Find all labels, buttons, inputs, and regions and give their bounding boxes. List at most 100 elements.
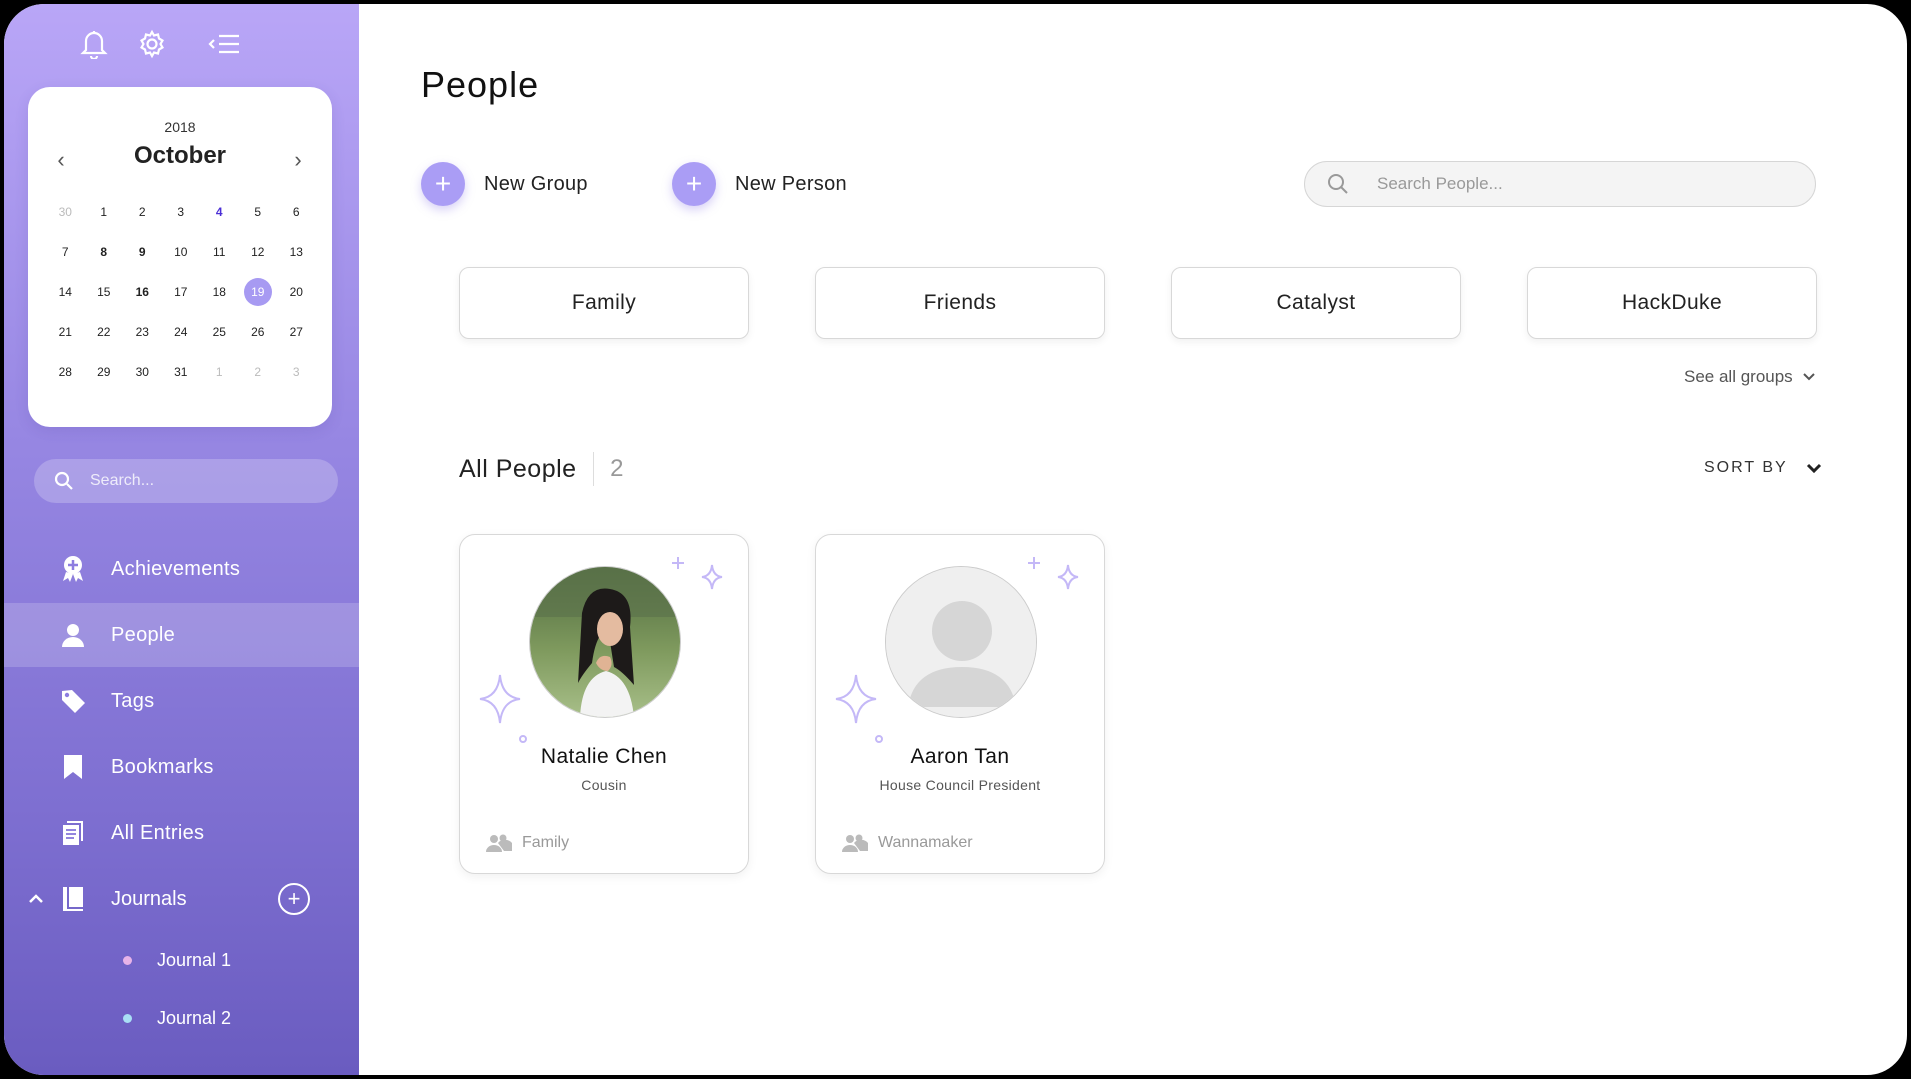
mini-calendar: 2018 ‹ October › 30 1 2 3 4 5 6 7 8 9 10 11 12 13 14 15… bbox=[28, 87, 332, 427]
calendar-day[interactable]: 30 bbox=[123, 358, 162, 386]
calendar-day[interactable]: 13 bbox=[277, 238, 316, 266]
calendar-day[interactable]: 3 bbox=[277, 358, 316, 386]
calendar-day[interactable]: 5 bbox=[239, 198, 278, 226]
calendar-day[interactable]: 24 bbox=[162, 318, 201, 346]
sidebar-nav: Achievements People Tags Bookmarks All E… bbox=[4, 537, 359, 1047]
person-card[interactable]: Aaron Tan House Council President Wannam… bbox=[815, 534, 1105, 874]
calendar-day[interactable]: 1 bbox=[200, 358, 239, 386]
calendar-day-label: 19 bbox=[243, 278, 272, 306]
calendar-day[interactable]: 22 bbox=[85, 318, 124, 346]
calendar-day[interactable]: 18 bbox=[200, 278, 239, 306]
calendar-day-selected[interactable]: 19 bbox=[239, 278, 278, 306]
sidebar-item-journals[interactable]: Journals + bbox=[4, 867, 359, 931]
person-role: Cousin bbox=[581, 777, 627, 793]
chevron-down-icon bbox=[1802, 373, 1815, 381]
sidebar-item-achievements[interactable]: Achievements bbox=[4, 537, 359, 601]
search-icon bbox=[1328, 174, 1348, 194]
see-all-groups-label: See all groups bbox=[1684, 367, 1793, 386]
sidebar-item-bookmarks[interactable]: Bookmarks bbox=[4, 735, 359, 799]
person-group-label: Wannamaker bbox=[878, 834, 973, 851]
tag-icon bbox=[59, 687, 87, 715]
calendar-week: 28 29 30 31 1 2 3 bbox=[46, 352, 316, 392]
new-person-button[interactable]: + New Person bbox=[672, 161, 847, 207]
people-search-input[interactable]: Search People... bbox=[1304, 161, 1816, 207]
calendar-grid: 30 1 2 3 4 5 6 7 8 9 10 11 12 13 14 15 16 17 18 19 20 21 22 23 2… bbox=[46, 192, 316, 392]
entries-icon bbox=[59, 819, 87, 847]
sidebar-item-label: Journals bbox=[111, 887, 187, 910]
calendar-day[interactable]: 10 bbox=[162, 238, 201, 266]
calendar-day[interactable]: 31 bbox=[162, 358, 201, 386]
calendar-day[interactable]: 28 bbox=[46, 358, 85, 386]
journal-label: Journal 1 bbox=[157, 949, 232, 970]
plus-icon: + bbox=[672, 162, 716, 206]
calendar-day[interactable]: 26 bbox=[239, 318, 278, 346]
calendar-day[interactable]: 2 bbox=[123, 198, 162, 226]
calendar-day[interactable]: 4 bbox=[200, 198, 239, 226]
chevron-up-icon[interactable] bbox=[26, 889, 46, 909]
all-people-title: All People bbox=[459, 454, 577, 483]
sidebar-search-input[interactable]: Search... bbox=[34, 459, 338, 503]
calendar-week: 30 1 2 3 4 5 6 bbox=[46, 192, 316, 232]
sidebar: 2018 ‹ October › 30 1 2 3 4 5 6 7 8 9 10 11 12 13 14 15… bbox=[4, 4, 359, 1075]
calendar-day[interactable]: 16 bbox=[123, 278, 162, 306]
group-icon bbox=[842, 834, 868, 852]
group-card-friends[interactable]: Friends bbox=[815, 267, 1105, 339]
sidebar-item-people[interactable]: People bbox=[4, 603, 359, 667]
sidebar-search-placeholder: Search... bbox=[90, 472, 155, 489]
calendar-next-button[interactable]: › bbox=[283, 145, 313, 175]
sidebar-item-label: People bbox=[111, 623, 176, 646]
calendar-day[interactable]: 6 bbox=[277, 198, 316, 226]
person-group: Family bbox=[486, 834, 569, 852]
gear-icon[interactable] bbox=[132, 24, 172, 64]
add-journal-button[interactable]: + bbox=[278, 883, 310, 915]
calendar-day[interactable]: 8 bbox=[85, 238, 124, 266]
calendar-day[interactable]: 15 bbox=[85, 278, 124, 306]
calendar-day[interactable]: 17 bbox=[162, 278, 201, 306]
journal-item[interactable]: Journal 2 bbox=[4, 989, 359, 1047]
avatar bbox=[529, 566, 681, 718]
calendar-day[interactable]: 14 bbox=[46, 278, 85, 306]
collapse-menu-icon[interactable] bbox=[204, 24, 244, 64]
calendar-day[interactable]: 29 bbox=[85, 358, 124, 386]
person-group-label: Family bbox=[522, 834, 570, 851]
new-group-button[interactable]: + New Group bbox=[421, 161, 588, 207]
calendar-day[interactable]: 9 bbox=[123, 238, 162, 266]
calendar-day[interactable]: 7 bbox=[46, 238, 85, 266]
group-card-hackduke[interactable]: HackDuke bbox=[1527, 267, 1817, 339]
person-group: Wannamaker bbox=[842, 834, 973, 852]
journal-label: Journal 2 bbox=[157, 1007, 232, 1028]
award-icon bbox=[59, 555, 87, 583]
calendar-day[interactable]: 21 bbox=[46, 318, 85, 346]
bell-icon[interactable] bbox=[74, 24, 114, 64]
person-role: House Council President bbox=[879, 777, 1041, 793]
divider bbox=[592, 452, 595, 486]
sidebar-item-label: Achievements bbox=[111, 557, 241, 580]
sidebar-item-tags[interactable]: Tags bbox=[4, 669, 359, 733]
calendar-day[interactable]: 1 bbox=[85, 198, 124, 226]
calendar-day[interactable]: 3 bbox=[162, 198, 201, 226]
calendar-day[interactable]: 2 bbox=[239, 358, 278, 386]
see-all-groups-link[interactable]: See all groups bbox=[1684, 367, 1815, 387]
calendar-day[interactable]: 27 bbox=[277, 318, 316, 346]
sort-by-label: SORT BY bbox=[1704, 459, 1788, 476]
journal-book-icon bbox=[59, 885, 87, 913]
group-card-family[interactable]: Family bbox=[459, 267, 749, 339]
search-icon bbox=[54, 471, 73, 490]
journal-item[interactable]: Journal 1 bbox=[4, 931, 359, 989]
calendar-year: 2018 bbox=[164, 119, 196, 135]
new-group-label: New Group bbox=[484, 172, 588, 195]
main-content: People + New Group + New Person Search P… bbox=[359, 4, 1907, 1075]
calendar-day[interactable]: 20 bbox=[277, 278, 316, 306]
calendar-day[interactable]: 25 bbox=[200, 318, 239, 346]
person-icon bbox=[59, 621, 87, 649]
calendar-day[interactable]: 23 bbox=[123, 318, 162, 346]
sidebar-item-all-entries[interactable]: All Entries bbox=[4, 801, 359, 865]
calendar-day[interactable]: 30 bbox=[46, 198, 85, 226]
person-card[interactable]: Natalie Chen Cousin Family bbox=[459, 534, 749, 874]
journal-color-dot bbox=[123, 955, 132, 965]
sidebar-item-label: Tags bbox=[111, 689, 155, 712]
group-card-catalyst[interactable]: Catalyst bbox=[1171, 267, 1461, 339]
calendar-day[interactable]: 12 bbox=[239, 238, 278, 266]
sort-by-dropdown[interactable]: SORT BY bbox=[1704, 459, 1822, 477]
calendar-day[interactable]: 11 bbox=[200, 238, 239, 266]
